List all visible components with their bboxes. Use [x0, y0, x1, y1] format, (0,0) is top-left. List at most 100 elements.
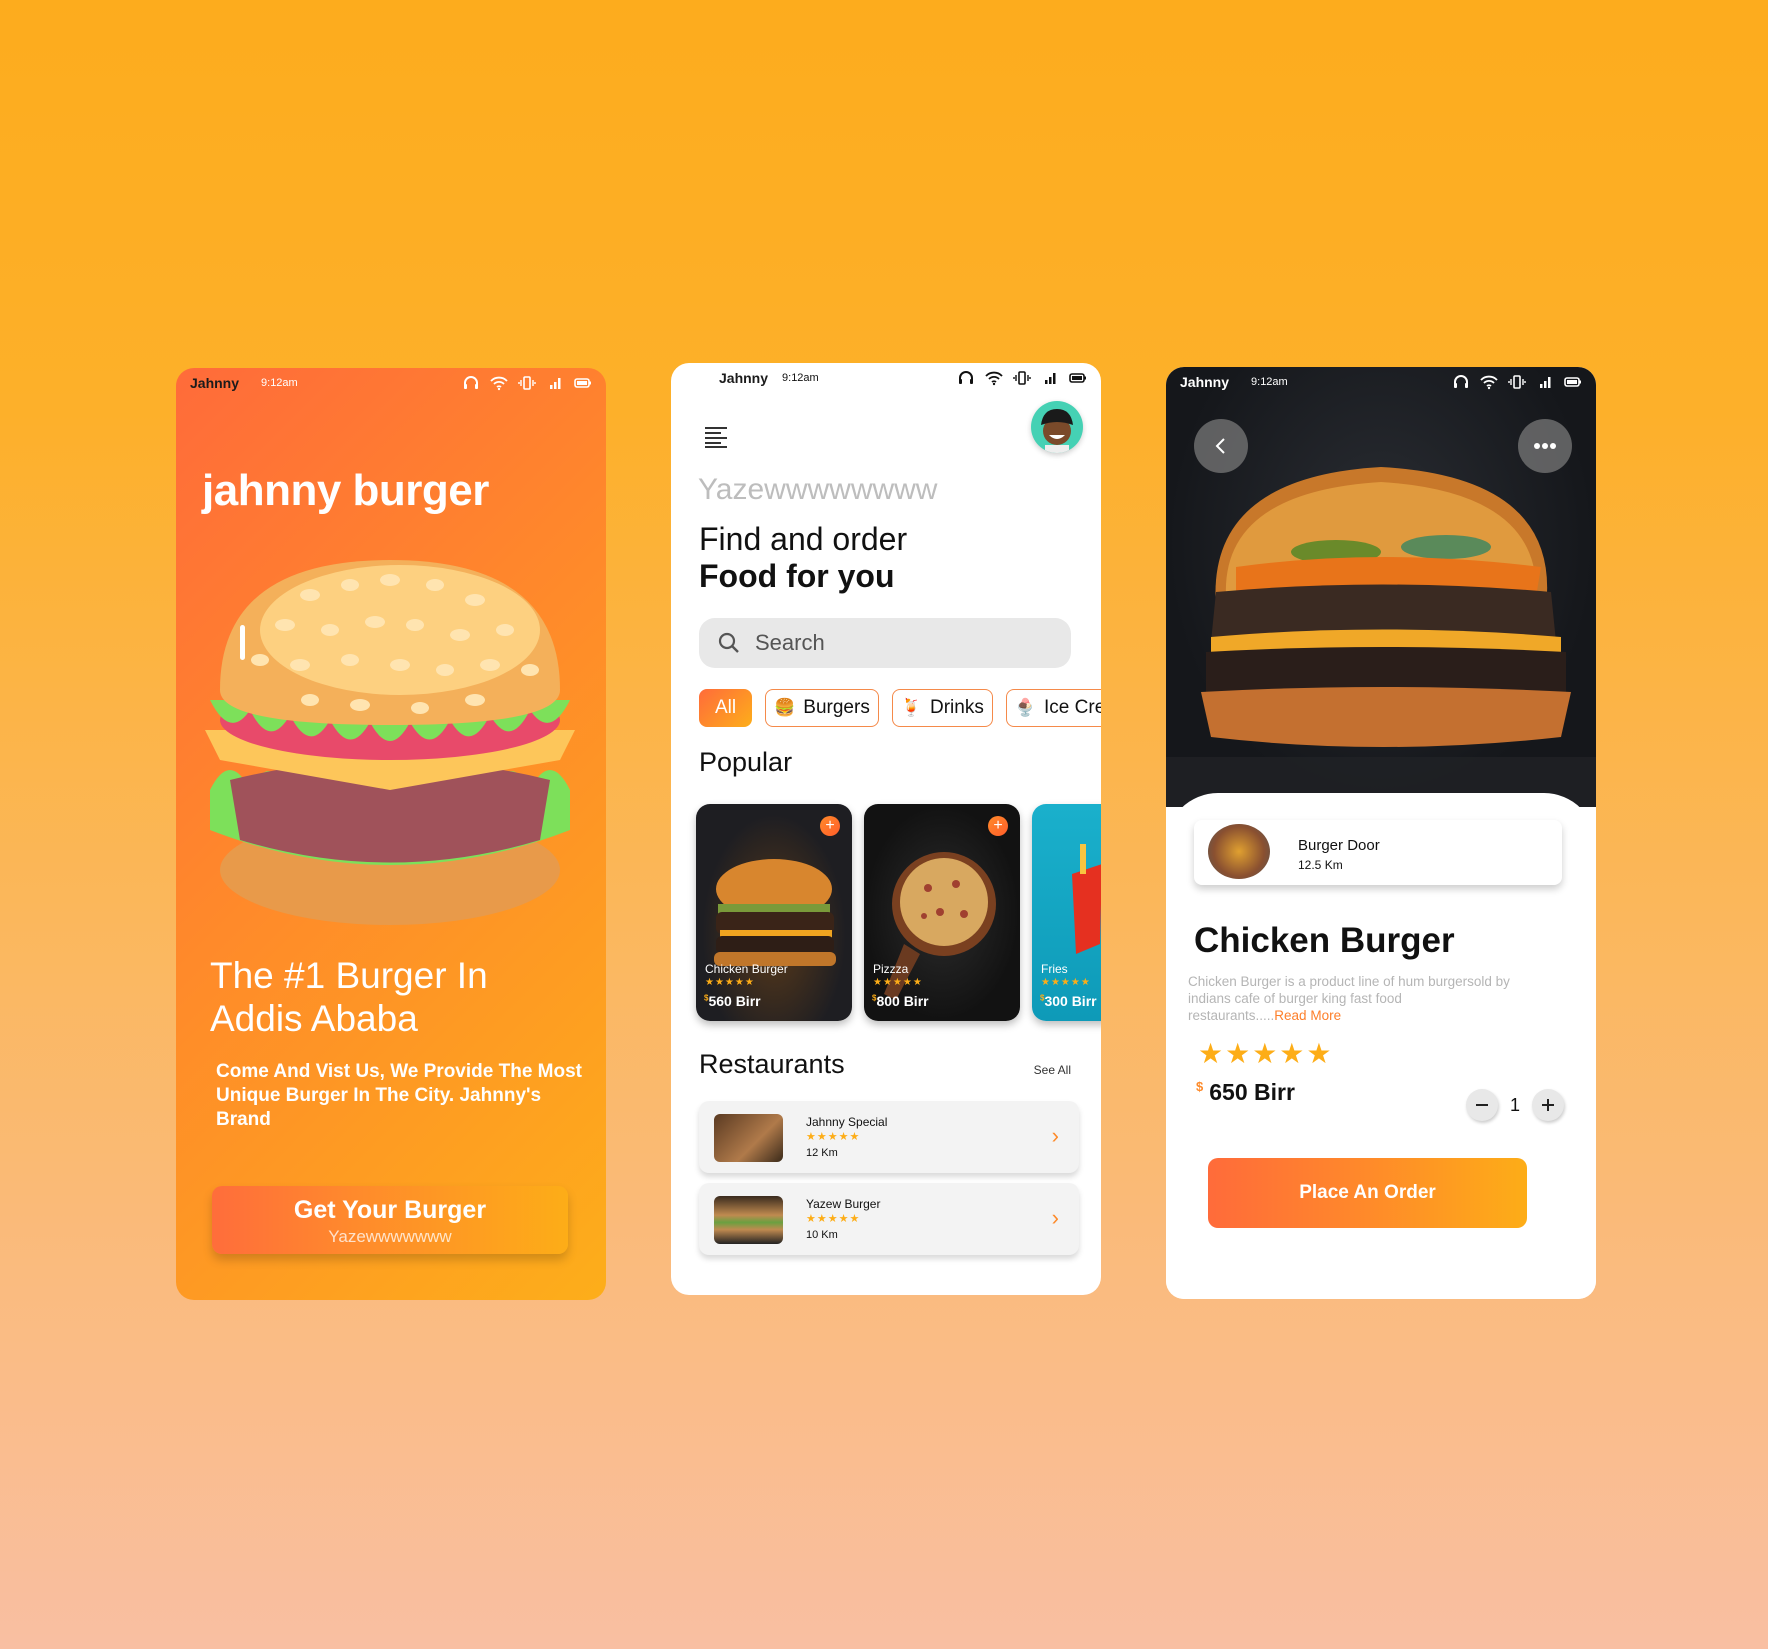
price-value: 300 Birr [1044, 993, 1097, 1009]
category-chips: All 🍔 Burgers 🍹 Drinks 🍨 Ice Cream [699, 689, 1101, 727]
add-to-cart-button[interactable]: + [988, 816, 1008, 836]
chevron-right-icon[interactable]: › [1052, 1205, 1059, 1231]
drink-icon: 🍹 [900, 698, 922, 717]
rating-stars: ★★★★★ [873, 977, 923, 988]
chevron-right-icon[interactable]: › [1052, 1123, 1059, 1149]
food-name: Chicken Burger [705, 962, 788, 976]
battery-icon [1564, 377, 1581, 387]
quantity-value: 1 [1509, 1094, 1520, 1115]
add-to-cart-button[interactable]: + [820, 816, 840, 836]
rating-stars: ★★★★★ [806, 1213, 861, 1225]
page-title-line-1: Find and order [699, 521, 908, 557]
read-more-link[interactable]: Read More [1274, 1008, 1341, 1023]
carrier-name: Jahnny [190, 375, 240, 391]
rating-stars: ★★★★★ [1041, 977, 1091, 988]
restaurant-item[interactable]: Yazew Burger ★★★★★ 10 Km › [699, 1183, 1079, 1255]
chevron-left-icon [1215, 438, 1225, 454]
vibrate-icon [1013, 371, 1031, 385]
popular-card[interactable]: + Pizzza ★★★★★ $800 Birr [864, 804, 1020, 1021]
page-title-line-2: Food for you [699, 558, 895, 594]
restaurant-thumbnail [714, 1114, 783, 1162]
chip-label: Burgers [803, 697, 870, 718]
search-icon [718, 632, 739, 653]
product-title: Chicken Burger [1194, 921, 1455, 960]
chip-label: Ice Cream [1044, 697, 1101, 718]
decrease-quantity-button[interactable] [1465, 1089, 1498, 1121]
carrier-name: Jahnny [719, 370, 769, 386]
place-order-button[interactable]: Place An Order [1208, 1158, 1527, 1228]
wifi-icon [985, 371, 1003, 386]
home-screen: Jahnny 9:12am Yazewwwwwwww Find and orde… [671, 363, 1101, 1295]
vibrate-icon [518, 376, 536, 390]
shop-thumbnail [1208, 824, 1270, 879]
plus-icon [1542, 1099, 1554, 1111]
wifi-icon [490, 376, 508, 391]
headphones-icon [1454, 375, 1468, 388]
shop-distance: 12.5 Km [1298, 858, 1343, 872]
signal-icon [1045, 373, 1056, 384]
chip-label: All [715, 697, 737, 718]
headphones-icon [959, 371, 973, 384]
food-image [714, 859, 836, 966]
status-time: 9:12am [782, 372, 819, 384]
cta-label: Get Your Burger [293, 1196, 487, 1224]
popular-card[interactable]: + Chicken Burger ★★★★★ $560 Birr [696, 804, 852, 1021]
price-value: 560 Birr [708, 993, 761, 1009]
popular-list: + Chicken Burger ★★★★★ $560 Birr + Pizzz… [696, 804, 1101, 1021]
restaurant-name: Yazew Burger [806, 1197, 881, 1211]
burger-illustration [205, 560, 575, 925]
status-time: 9:12am [1251, 376, 1288, 388]
avatar[interactable] [1031, 401, 1083, 453]
quantity-stepper: 1 [1465, 1089, 1564, 1121]
increase-quantity-button[interactable] [1532, 1089, 1564, 1121]
more-horizontal-icon [1534, 443, 1556, 449]
food-name: Pizzza [873, 962, 909, 976]
carrier-name: Jahnny [1180, 374, 1230, 390]
food-price: $800 Birr [872, 993, 929, 1009]
signal-icon [550, 378, 561, 389]
burger-icon: 🍔 [774, 698, 796, 717]
chip-label: Drinks [930, 697, 984, 718]
splash-headline: The #1 Burger In Addis Ababa [210, 954, 488, 1040]
detail-sheet: Burger Door 12.5 Km Chicken Burger Chick… [1166, 793, 1596, 1299]
signal-icon [1540, 377, 1551, 388]
food-price: $300 Birr [1040, 993, 1097, 1009]
search-bar[interactable] [699, 618, 1071, 668]
category-chip-burgers[interactable]: 🍔 Burgers [765, 689, 879, 727]
product-price: $650 Birr [1196, 1079, 1295, 1106]
category-chip-all[interactable]: All [699, 689, 753, 727]
food-image [1072, 844, 1101, 954]
restaurant-thumbnail [714, 1196, 783, 1244]
menu-icon[interactable] [703, 425, 729, 449]
search-input[interactable] [755, 630, 1035, 656]
cta-sublabel: Yazewwwwwww [328, 1227, 452, 1246]
more-options-button[interactable] [1518, 419, 1572, 473]
food-price: $560 Birr [704, 993, 761, 1009]
status-bar: Jahnny 9:12am [1166, 367, 1596, 397]
get-your-burger-button[interactable]: Get Your Burger Yazewwwwwww [212, 1186, 568, 1254]
status-time: 9:12am [261, 377, 298, 389]
shop-card[interactable]: Burger Door 12.5 Km [1194, 820, 1562, 885]
price-value: 800 Birr [876, 993, 929, 1009]
food-name: Fries [1041, 962, 1068, 976]
restaurant-distance: 12 Km [806, 1147, 838, 1159]
back-button[interactable] [1194, 419, 1248, 473]
popular-card[interactable]: Fries ★★★★★ $300 Birr [1032, 804, 1101, 1021]
detail-screen: Jahnny 9:12am Burger Door 12.5 Km Chicke… [1166, 367, 1596, 1299]
food-image [884, 852, 996, 1000]
popular-heading: Popular [699, 747, 793, 777]
see-all-link[interactable]: See All [1034, 1063, 1071, 1077]
restaurant-item[interactable]: Jahnny Special ★★★★★ 12 Km › [699, 1101, 1079, 1173]
shop-name: Burger Door [1298, 837, 1380, 854]
battery-icon [1069, 373, 1086, 383]
headline-line-2: Addis Ababa [210, 998, 418, 1039]
category-chip-drinks[interactable]: 🍹 Drinks [891, 689, 993, 727]
brand-logo: jahnny burger [202, 466, 489, 515]
currency-symbol: $ [1196, 1079, 1204, 1095]
rating-stars: ★★★★★ [806, 1131, 861, 1143]
battery-icon [574, 378, 591, 388]
category-chip-ice-cream[interactable]: 🍨 Ice Cream [1005, 689, 1101, 727]
headphones-icon [464, 376, 478, 389]
status-bar: Jahnny 9:12am [176, 368, 606, 398]
user-greeting: Yazewwwwwwww [698, 473, 938, 506]
